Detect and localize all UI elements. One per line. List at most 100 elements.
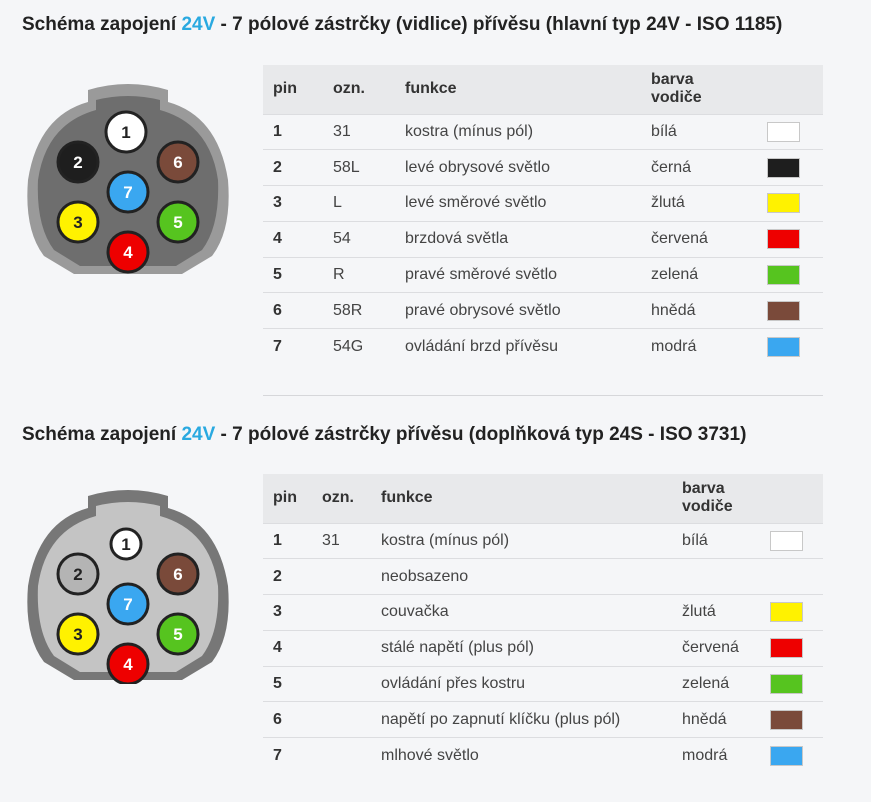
table-row: 1 31 kostra (mínus pól) bílá [263,522,823,559]
pin-designation: 31 [312,522,371,559]
table-row: 4 54 brzdová světla červená [263,220,823,258]
pin-number: 2 [263,558,312,595]
connector-pin-label: 4 [123,243,133,262]
pin-number: 4 [263,220,323,258]
pin-function: levé obrysové světlo [395,149,641,186]
section-divider [263,395,823,396]
title-suffix: - 7 pólové zástrčky přívěsu (doplňková t… [215,424,747,445]
wire-color-swatch-cell [757,149,823,186]
table-row: 3 couvačka žlutá [263,594,823,631]
connector-pin-label: 7 [123,183,132,202]
header-pin: pin [263,65,323,114]
pin-function: stálé napětí (plus pól) [371,629,672,667]
wire-color-swatch [770,745,803,766]
pin-designation: R [323,256,395,293]
wire-color-swatch-cell [760,737,823,774]
pin-function: kostra (mínus pól) [371,522,672,559]
pin-number: 6 [263,292,323,329]
header-funkce: funkce [395,65,641,114]
table-row: 2 neobsazeno [263,558,823,595]
connector-pin-label: 1 [121,535,130,554]
wire-color-swatch [767,229,800,250]
wire-color-swatch-cell [760,629,823,667]
wire-color-swatch [770,674,803,695]
pin-number: 7 [263,737,312,774]
wire-color-name: černá [641,149,757,186]
table-row: 6 napětí po zapnutí klíčku (plus pól) hněd… [263,701,823,738]
wire-color-swatch-cell [760,558,823,595]
wire-color-swatch [767,265,800,286]
wire-color-name: bílá [641,113,757,150]
pin-designation [312,665,371,702]
title-voltage-accent: 24V [181,14,216,35]
header-funkce: funkce [371,474,672,523]
pin-designation [312,629,371,667]
connector-pin-label: 3 [73,213,82,232]
pin-number: 2 [263,149,323,186]
table-row: 7 mlhové světlo modrá [263,737,823,774]
wire-color-name: žlutá [672,594,760,631]
pin-number: 5 [263,256,323,293]
wire-color-name: hnědá [641,292,757,329]
pin-function: ovládání přes kostru [371,665,672,702]
connector-pin-label: 6 [173,565,182,584]
header-ozn: ozn. [323,65,395,114]
section-title-iso-1185: Schéma zapojení 24V - 7 pólové zástrčky … [22,14,782,36]
wire-color-swatch [767,300,800,321]
wire-color-swatch [767,193,800,214]
title-prefix: Schéma zapojení [22,14,182,35]
pin-number: 1 [263,113,323,150]
wire-color-swatch-cell [757,256,823,293]
wire-color-name: modrá [641,328,757,365]
pin-designation: L [323,185,395,222]
table-row: 4 stálé napětí (plus pól) červená [263,629,823,667]
table-header-row: pin ozn. funkce barva vodiče [263,65,823,114]
wire-color-swatch [767,157,800,178]
pin-designation [312,558,371,595]
connector-diagram-iso-1185: 1 2 3 4 5 6 7 [27,84,229,274]
wire-color-swatch [770,638,803,659]
header-barva: barva vodiče [672,474,760,523]
pin-function: mlhové světlo [371,737,672,774]
wire-color-swatch-cell [757,220,823,258]
wire-color-swatch [770,709,803,730]
pin-function: neobsazeno [371,558,672,595]
connector-pin-label: 6 [173,153,182,172]
connector-pin-label: 4 [123,655,133,674]
pin-number: 3 [263,594,312,631]
table-row: 1 31 kostra (mínus pól) bílá [263,113,823,150]
wire-color-swatch-cell [757,113,823,150]
wire-color-swatch [770,530,803,551]
table-row: 6 58R pravé obrysové světlo hnědá [263,292,823,329]
pinout-table-iso-1185: pin ozn. funkce barva vodiče 1 31 kostra (… [263,65,823,365]
wire-color-name: modrá [672,737,760,774]
pin-designation: 58R [323,292,395,329]
wire-color-name: zelená [672,665,760,702]
pin-number: 5 [263,665,312,702]
wire-color-swatch-cell [760,665,823,702]
table-row: 5 Rpravé směrové světlo zelená [263,256,823,293]
table-row: 3 Llevé směrové světlo žlutá [263,185,823,222]
title-suffix: - 7 pólové zástrčky (vidlice) přívěsu (h… [215,14,783,35]
pin-designation: 54 [323,220,395,258]
pin-number: 4 [263,629,312,667]
pin-function: pravé obrysové světlo [395,292,641,329]
connector-pin-label: 7 [123,595,132,614]
table-row: 5 ovládání přes kostru zelená [263,665,823,702]
wire-color-swatch-cell [760,522,823,559]
connector-pin-label: 2 [73,153,82,172]
pin-designation: 58L [323,149,395,186]
header-swatch [760,474,823,523]
pin-number: 6 [263,701,312,738]
pin-designation [312,701,371,738]
pin-designation: 54G [323,328,395,365]
pin-function: pravé směrové světlo [395,256,641,293]
pin-number: 1 [263,522,312,559]
wire-color-name: červená [672,629,760,667]
pin-number: 3 [263,185,323,222]
pin-function: brzdová světla [395,220,641,258]
header-pin: pin [263,474,312,523]
header-ozn: ozn. [312,474,371,523]
pinout-table-iso-3731: pin ozn. funkce barva vodiče 1 31 kostra (… [263,474,823,774]
wire-color-swatch [767,121,800,142]
